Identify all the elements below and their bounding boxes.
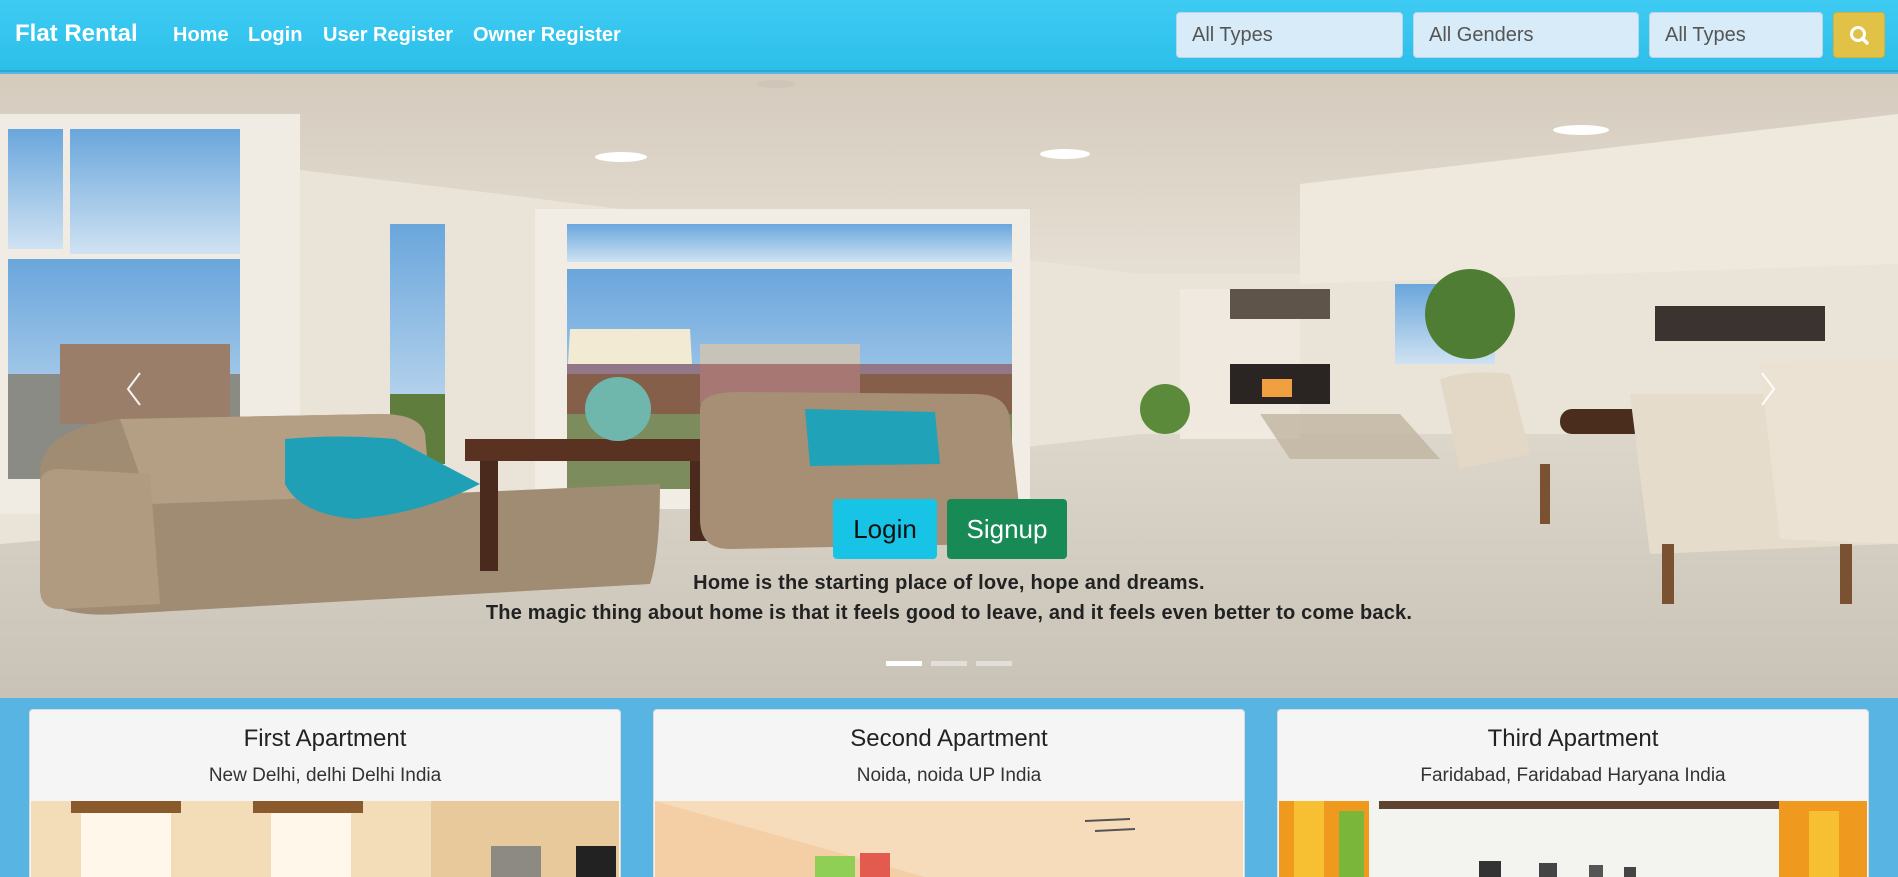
apartment-title[interactable]: First Apartment xyxy=(30,725,620,753)
gender-select[interactable]: All Genders xyxy=(1413,12,1639,58)
apartment-card[interactable]: Third Apartment Faridabad, Faridabad Har… xyxy=(1277,709,1869,877)
apartment-card[interactable]: Second Apartment Noida, noida UP India xyxy=(653,709,1245,877)
prev-slide-button[interactable] xyxy=(110,359,160,419)
search-button[interactable] xyxy=(1833,12,1885,58)
slide-indicator-3[interactable] xyxy=(976,661,1012,666)
apartment-location: Noida, noida UP India xyxy=(856,765,1042,786)
apartment-title[interactable]: Second Apartment xyxy=(654,725,1244,753)
hero-signup-button[interactable]: Signup xyxy=(947,499,1067,559)
apartment-title[interactable]: Third Apartment xyxy=(1278,725,1868,753)
apartment-image[interactable] xyxy=(31,801,619,877)
slide-indicator-2[interactable] xyxy=(931,661,967,666)
nav-user-register[interactable]: User Register xyxy=(323,24,453,47)
brand-logo[interactable]: Flat Rental xyxy=(15,20,138,48)
nav-owner-register[interactable]: Owner Register xyxy=(473,24,621,47)
nav-login[interactable]: Login xyxy=(248,24,302,47)
apartment-card[interactable]: First Apartment New Delhi, delhi Delhi I… xyxy=(29,709,621,877)
slide-indicator-1[interactable] xyxy=(886,661,922,666)
type-select[interactable]: All Types xyxy=(1176,12,1403,58)
hero-quote-line-1: Home is the starting place of love, hope… xyxy=(693,572,1205,594)
hero-carousel: Login Signup Home is the starting place … xyxy=(0,74,1898,698)
apartment-location: New Delhi, delhi Delhi India xyxy=(208,765,442,786)
nav-home[interactable]: Home xyxy=(173,24,229,47)
chevron-left-icon xyxy=(126,372,141,406)
search-icon xyxy=(1850,26,1869,45)
next-slide-button[interactable] xyxy=(1742,359,1792,419)
apartment-image[interactable] xyxy=(655,801,1243,877)
hero-login-button[interactable]: Login xyxy=(833,499,937,559)
type-select-2[interactable]: All Types xyxy=(1649,12,1823,58)
navbar: Flat Rental Home Login User Register Own… xyxy=(0,0,1898,72)
chevron-right-icon xyxy=(1761,372,1776,406)
hero-quote-line-2: The magic thing about home is that it fe… xyxy=(485,602,1413,624)
apartment-image[interactable] xyxy=(1279,801,1867,877)
apartment-location: Faridabad, Faridabad Haryana India xyxy=(1420,765,1726,786)
